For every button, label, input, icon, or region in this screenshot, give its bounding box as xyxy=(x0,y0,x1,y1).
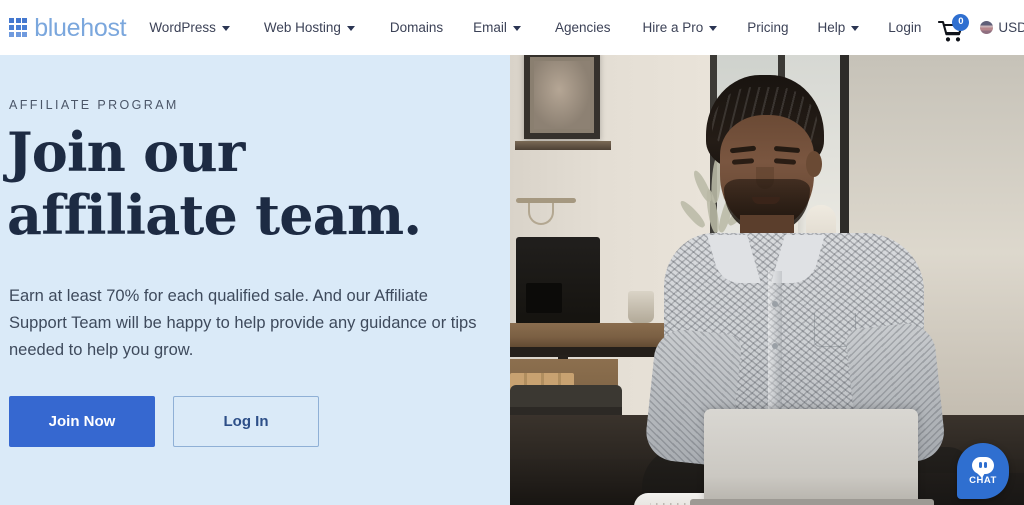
chevron-down-icon xyxy=(221,26,230,31)
nav-label: Domains xyxy=(389,19,444,35)
log-in-button[interactable]: Log In xyxy=(173,396,319,447)
page-title: Join our affiliate team. xyxy=(7,120,422,248)
join-now-button[interactable]: Join Now xyxy=(9,396,155,447)
coffee-machine xyxy=(516,237,600,325)
nav-label: Login xyxy=(888,19,922,35)
chevron-down-icon xyxy=(709,26,718,31)
wall-shelf xyxy=(515,141,611,150)
nav-item-email[interactable]: Email xyxy=(472,0,522,55)
page-root: bluehost WordPress Web Hosting Domains E… xyxy=(0,0,1024,505)
framed-picture xyxy=(524,55,600,139)
shirt-button xyxy=(772,301,778,307)
grid-squares-icon xyxy=(9,18,28,37)
chat-widget-button[interactable]: CHAT xyxy=(957,443,1009,499)
currency-selector[interactable]: USD xyxy=(980,20,1024,35)
hero-eyebrow: AFFILIATE PROGRAM xyxy=(9,98,179,112)
chevron-down-icon xyxy=(512,26,521,31)
nav-item-wordpress[interactable]: WordPress xyxy=(148,0,231,55)
nav-label: WordPress xyxy=(149,19,216,35)
chevron-down-icon xyxy=(346,26,355,31)
nav-label: Web Hosting xyxy=(263,19,341,35)
hero-content: AFFILIATE PROGRAM Join our affiliate tea… xyxy=(0,55,510,505)
hero-image xyxy=(510,55,1024,505)
ear xyxy=(806,151,822,177)
hero-section: AFFILIATE PROGRAM Join our affiliate tea… xyxy=(0,55,1024,505)
chat-bubble-icon xyxy=(972,456,994,478)
nav-item-pricing[interactable]: Pricing xyxy=(746,0,789,55)
currency-label: USD xyxy=(998,20,1024,35)
site-header: bluehost WordPress Web Hosting Domains E… xyxy=(0,0,1024,55)
nav-item-agencies[interactable]: Agencies xyxy=(554,0,612,55)
laptop-base xyxy=(690,499,934,505)
nav-label: Agencies xyxy=(554,19,611,35)
nav-label: Hire a Pro xyxy=(642,19,704,35)
cart-badge-count: 0 xyxy=(952,13,970,31)
chevron-down-icon xyxy=(851,26,860,31)
mouth xyxy=(752,197,780,204)
shirt-button xyxy=(772,343,778,349)
nav-label: Help xyxy=(817,19,846,35)
us-flag-icon xyxy=(980,21,994,34)
laptop xyxy=(704,409,918,505)
hero-description: Earn at least 70% for each qualified sal… xyxy=(9,287,477,360)
nav-item-login[interactable]: Login xyxy=(887,0,922,55)
shirt-placket xyxy=(768,271,782,431)
nav-label: Email xyxy=(473,19,507,35)
bluehost-logo[interactable]: bluehost xyxy=(9,14,127,42)
person-illustration xyxy=(628,75,1024,505)
cart-button[interactable]: 0 xyxy=(936,11,970,45)
primary-navigation: WordPress Web Hosting Domains Email Agen… xyxy=(148,0,922,55)
nav-item-hire-a-pro[interactable]: Hire a Pro xyxy=(641,0,718,55)
nav-item-web-hosting[interactable]: Web Hosting xyxy=(263,0,356,55)
nav-item-domains[interactable]: Domains xyxy=(389,0,444,55)
hero-actions: Join Now Log In xyxy=(9,396,319,447)
header-utilities: 0 USD xyxy=(922,0,1024,55)
nav-label: Pricing xyxy=(747,19,789,35)
nav-item-help[interactable]: Help xyxy=(817,0,861,55)
logo-wordmark: bluehost xyxy=(34,14,127,42)
